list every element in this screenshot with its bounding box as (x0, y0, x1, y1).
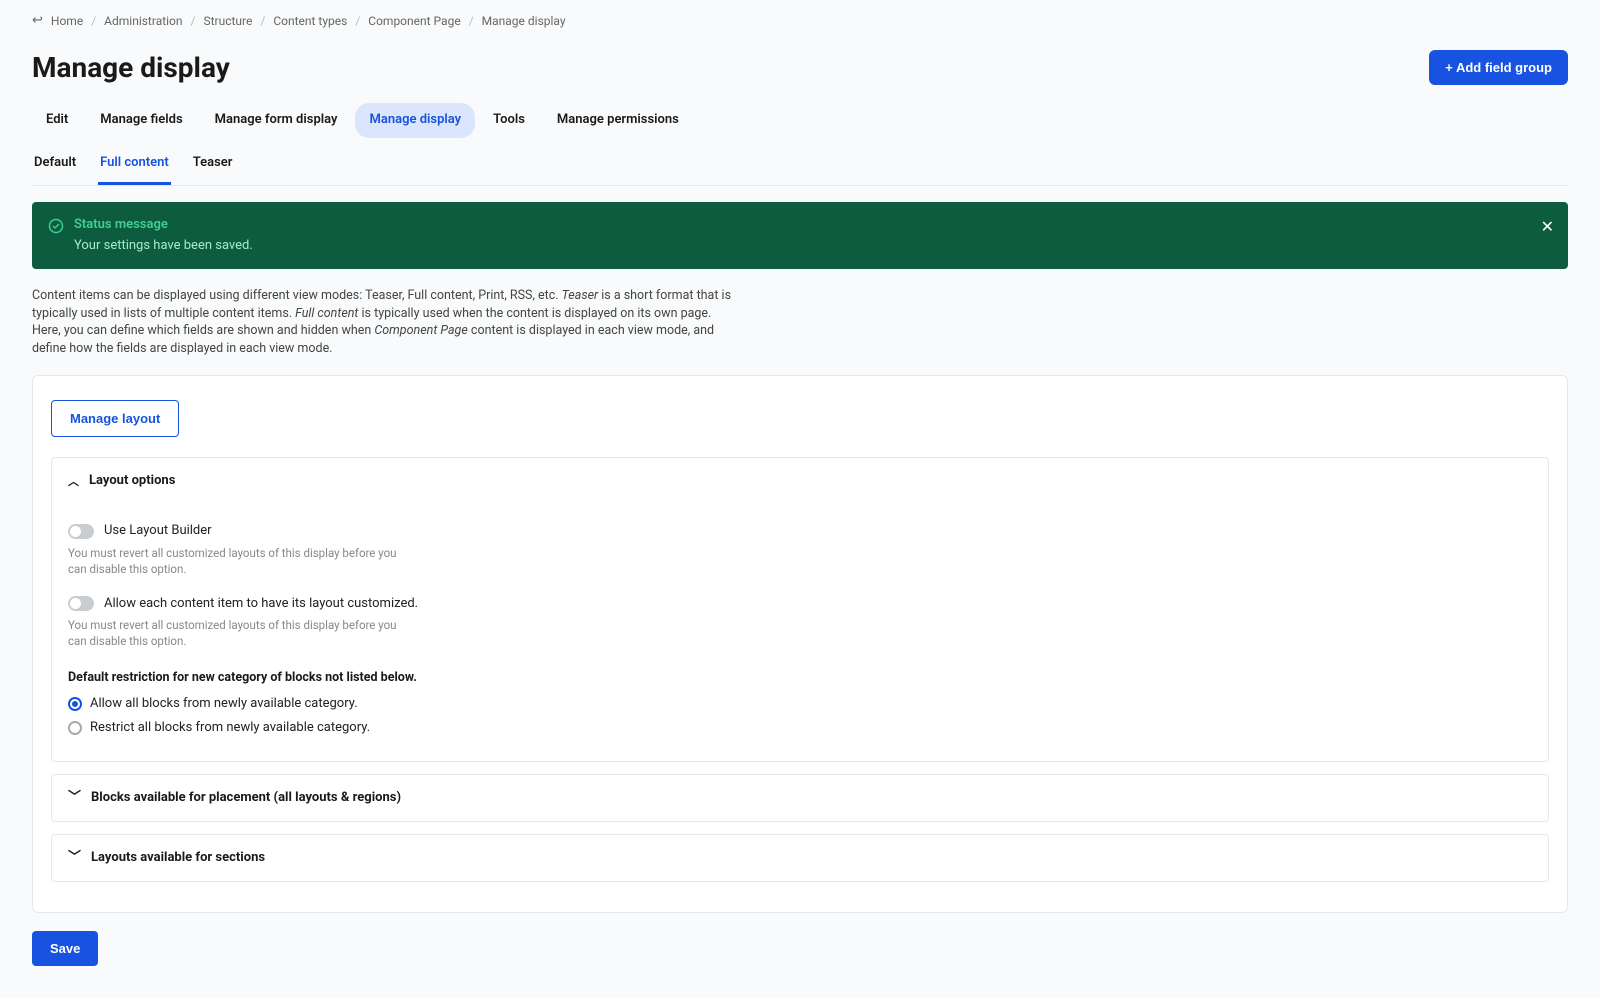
blocks-available-panel[interactable]: ﹀ Blocks available for placement (all la… (51, 774, 1549, 822)
radio-label: Restrict all blocks from newly available… (90, 719, 370, 737)
tab-default[interactable]: Default (32, 146, 78, 185)
tab-edit[interactable]: Edit (32, 103, 82, 137)
panel-title: Layout options (89, 472, 175, 490)
tab-tools[interactable]: Tools (479, 103, 539, 137)
panel-title: Blocks available for placement (all layo… (91, 789, 401, 807)
page-title: Manage display (32, 48, 230, 87)
radio-restrict-all[interactable]: Restrict all blocks from newly available… (68, 719, 1532, 737)
tab-teaser[interactable]: Teaser (191, 146, 235, 185)
allow-customized-layout-toggle[interactable] (68, 596, 94, 611)
layout-options-header[interactable]: ︿ Layout options (52, 458, 1548, 504)
radio-group-title: Default restriction for new category of … (68, 669, 1532, 687)
tab-manage-fields[interactable]: Manage fields (86, 103, 196, 137)
manage-layout-button[interactable]: Manage layout (51, 400, 179, 437)
help-text: Content items can be displayed using dif… (32, 287, 732, 357)
toggle-hint: You must revert all customized layouts o… (68, 617, 408, 649)
breadcrumb-item: Manage display (482, 13, 566, 30)
status-text: Your settings have been saved. (74, 237, 253, 255)
tab-full-content[interactable]: Full content (98, 146, 171, 185)
breadcrumb-item[interactable]: Administration (104, 13, 182, 30)
tab-manage-permissions[interactable]: Manage permissions (543, 103, 693, 137)
display-settings-card: Manage layout ︿ Layout options Use Layou… (32, 375, 1568, 913)
layout-options-panel: ︿ Layout options Use Layout Builder You … (51, 457, 1549, 762)
toggle-hint: You must revert all customized layouts o… (68, 545, 408, 577)
breadcrumb-item[interactable]: Home (51, 13, 83, 30)
add-field-group-button[interactable]: + Add field group (1429, 50, 1568, 85)
use-layout-builder-toggle[interactable] (68, 524, 94, 539)
secondary-tabs: Default Full content Teaser (32, 146, 1568, 186)
primary-tabs: Edit Manage fields Manage form display M… (32, 103, 1568, 137)
chevron-down-icon: ﹀ (68, 849, 81, 867)
breadcrumb-item[interactable]: Content types (273, 13, 347, 30)
radio-input[interactable] (68, 721, 82, 735)
tab-manage-display[interactable]: Manage display (355, 103, 475, 137)
breadcrumb-item[interactable]: Structure (203, 13, 252, 30)
radio-allow-all[interactable]: Allow all blocks from newly available ca… (68, 695, 1532, 713)
close-icon[interactable]: ✕ (1541, 216, 1554, 238)
radio-input[interactable] (68, 697, 82, 711)
save-button[interactable]: Save (32, 931, 98, 966)
status-title: Status message (74, 216, 253, 234)
chevron-down-icon: ﹀ (68, 789, 81, 807)
toggle-label: Allow each content item to have its layo… (104, 595, 418, 613)
check-circle-icon (48, 218, 64, 240)
layouts-available-panel[interactable]: ﹀ Layouts available for sections (51, 834, 1549, 882)
chevron-up-icon: ︿ (68, 474, 79, 489)
status-message: Status message Your settings have been s… (32, 202, 1568, 269)
radio-label: Allow all blocks from newly available ca… (90, 695, 358, 713)
breadcrumb: ↩ Home/ Administration/ Structure/ Conte… (32, 12, 1568, 30)
back-icon[interactable]: ↩ (32, 12, 43, 30)
breadcrumb-item[interactable]: Component Page (368, 13, 460, 30)
panel-title: Layouts available for sections (91, 849, 265, 867)
tab-manage-form-display[interactable]: Manage form display (201, 103, 352, 137)
toggle-label: Use Layout Builder (104, 522, 212, 540)
